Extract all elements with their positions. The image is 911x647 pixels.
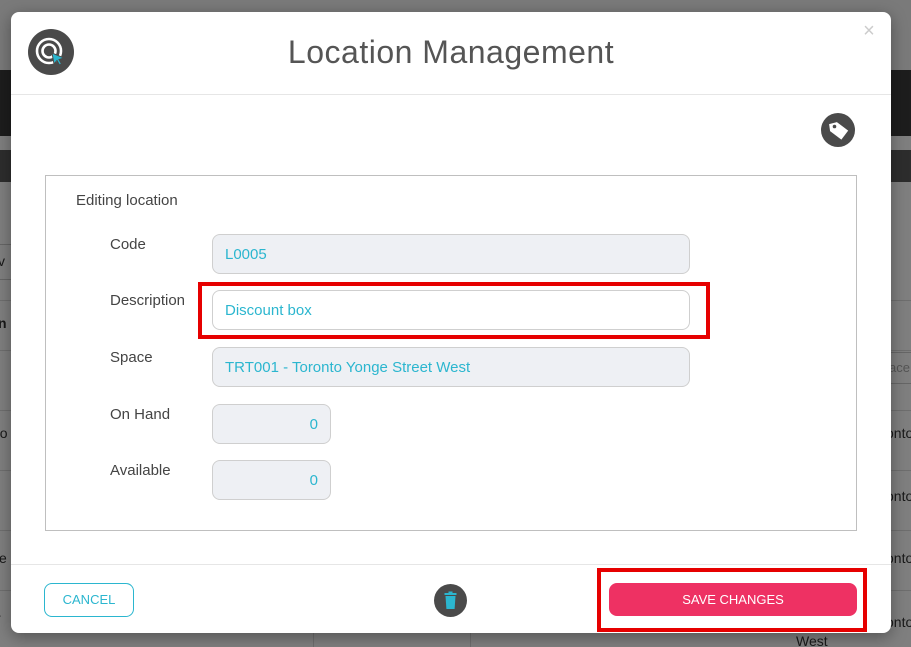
delete-button[interactable] [434, 584, 467, 617]
modal-header: Location Management × [11, 12, 891, 95]
save-changes-button[interactable]: SAVE CHANGES [609, 583, 857, 616]
space-label: Space [110, 349, 153, 366]
available-label: Available [110, 462, 171, 479]
code-field[interactable] [212, 234, 690, 274]
description-field[interactable] [212, 290, 690, 330]
modal-footer: CANCEL SAVE CHANGES [11, 564, 891, 633]
code-label: Code [110, 236, 146, 253]
close-icon[interactable]: × [860, 21, 878, 41]
cancel-button[interactable]: CANCEL [44, 583, 134, 617]
available-field[interactable] [212, 460, 331, 500]
trash-icon [444, 591, 457, 609]
modal-title: Location Management [287, 34, 615, 70]
editing-location-panel: Editing location Code Description Space … [45, 175, 857, 531]
location-management-modal: Location Management × Editing location C… [11, 12, 891, 633]
tag-icon[interactable] [821, 113, 855, 147]
on-hand-label: On Hand [110, 406, 171, 423]
space-field[interactable] [212, 347, 690, 387]
description-label: Description [110, 292, 186, 309]
section-title: Editing location [76, 192, 178, 209]
on-hand-field[interactable] [212, 404, 331, 444]
